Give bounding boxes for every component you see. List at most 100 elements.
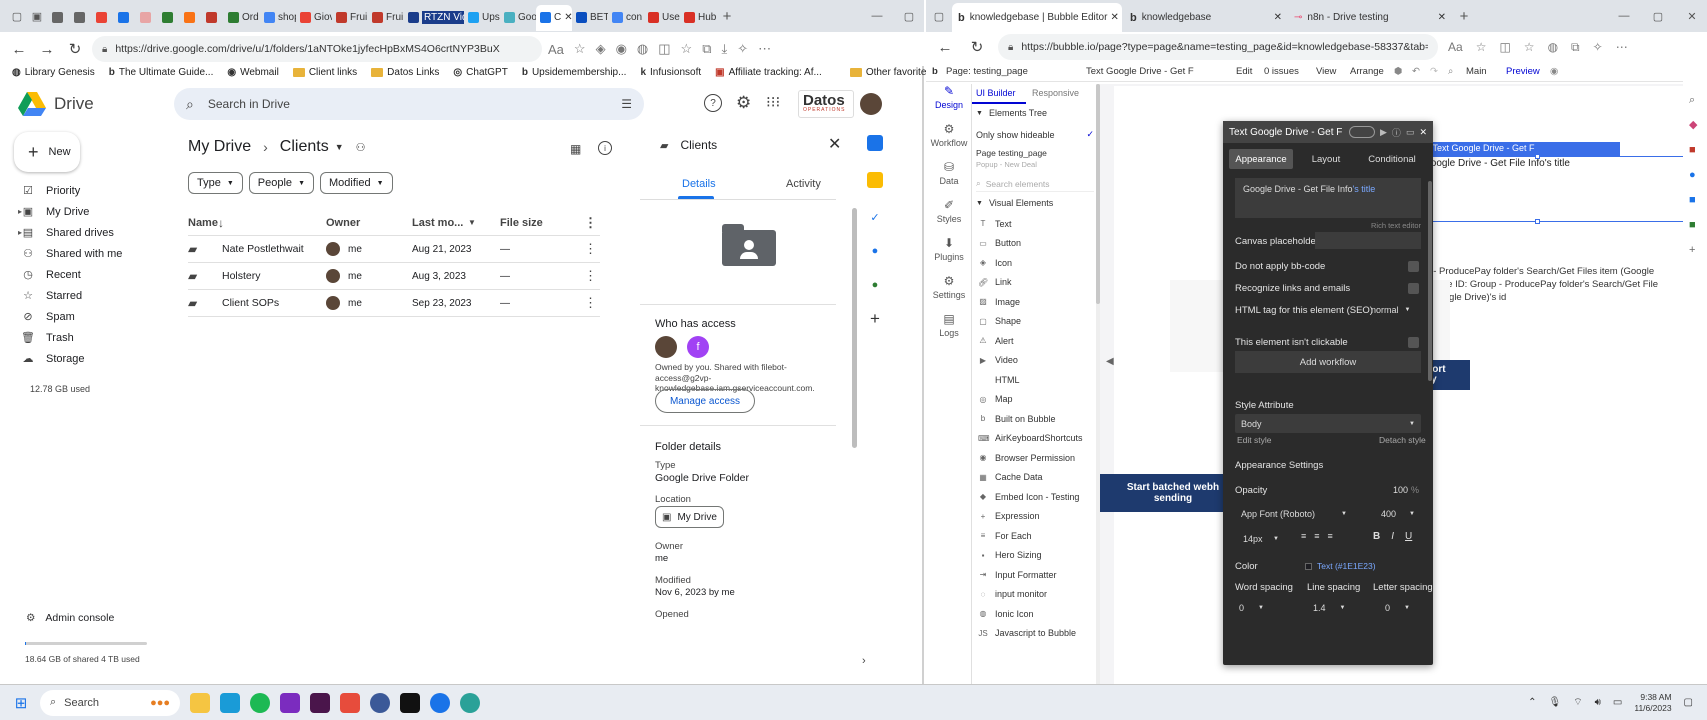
rail-workflow[interactable]: ⚙ Workflow bbox=[926, 122, 972, 160]
bookmark-1[interactable]: b The Ultimate Guide... bbox=[109, 67, 214, 78]
col-name[interactable]: Name bbox=[188, 217, 218, 229]
close-tab-icon[interactable]: ✕ bbox=[1110, 12, 1118, 23]
tab-knowledgebase[interactable]: b knowledgebase ✕ bbox=[1126, 5, 1286, 31]
element-type-link[interactable]: 🔗︎ Link bbox=[978, 273, 1096, 293]
tab-layout[interactable]: Layout bbox=[1293, 149, 1359, 169]
left-tab-2[interactable] bbox=[92, 5, 114, 31]
canvas-group-text[interactable]: up - ProducePay folder's Search/Get File… bbox=[1420, 266, 1683, 304]
add-icon[interactable]: + bbox=[1689, 238, 1701, 263]
element-type-icon[interactable]: ◈ Icon bbox=[978, 253, 1096, 273]
apps-grid-icon[interactable]: ⁝⁝⁝ bbox=[766, 93, 780, 111]
word-spacing-input[interactable]: 0 ▼ bbox=[1239, 603, 1264, 613]
account-avatar[interactable] bbox=[860, 93, 882, 115]
font-dropdown[interactable]: App Font (Roboto) ▼ bbox=[1235, 504, 1353, 523]
line-spacing-input[interactable]: 1.4 ▼ bbox=[1313, 603, 1345, 613]
extension-icon[interactable]: ◍ bbox=[1548, 40, 1558, 54]
left-tab-13[interactable]: RTZN Videos bbox=[404, 5, 464, 31]
expand-chevron-icon[interactable]: ▸ bbox=[18, 207, 22, 216]
extensions-icon[interactable]: ✧ bbox=[1593, 40, 1603, 54]
minimize-icon[interactable]: — bbox=[862, 10, 892, 22]
only-show-hideable[interactable]: Only show hideable ✓ bbox=[976, 129, 1094, 140]
slack-icon[interactable] bbox=[310, 692, 330, 713]
download-icon[interactable]: ⤓ bbox=[722, 41, 728, 57]
text-content-field[interactable]: Google Drive - Get File Info's title bbox=[1235, 178, 1421, 218]
side-panel-toggle-icon[interactable]: › bbox=[862, 655, 866, 667]
left-tab-20[interactable]: Hub bbox=[680, 5, 716, 31]
bookmark-6[interactable]: b Upsidemembership... bbox=[522, 67, 627, 78]
row-more-icon[interactable]: ⋮ bbox=[584, 268, 597, 284]
element-type-hero-sizing[interactable]: ▪ Hero Sizing bbox=[978, 546, 1096, 566]
not-clickable-checkbox[interactable] bbox=[1408, 337, 1419, 348]
sidebar-item-my-drive[interactable]: ▸ ▣ My Drive bbox=[0, 201, 170, 222]
minimize-icon[interactable]: — bbox=[1609, 10, 1639, 22]
left-tab-19[interactable]: Use bbox=[644, 5, 680, 31]
details-scrollbar[interactable] bbox=[852, 208, 857, 448]
left-tab-11[interactable]: Frui bbox=[332, 5, 368, 31]
tools-icon[interactable]: ■ bbox=[1689, 138, 1701, 163]
sidebar-item-priority[interactable]: ☑ Priority bbox=[0, 180, 170, 201]
bookmark-0[interactable]: ◍ Library Genesis bbox=[12, 67, 95, 78]
volume-icon[interactable]: 🔊︎ bbox=[1595, 697, 1601, 708]
search-icon[interactable]: ⌕ bbox=[1448, 66, 1466, 77]
letter-spacing-input[interactable]: 0 ▼ bbox=[1385, 603, 1410, 613]
more-icon[interactable]: ⋯ bbox=[1616, 40, 1628, 54]
elements-tree-toggle[interactable]: ▼ Elements Tree bbox=[976, 108, 1047, 118]
element-type-airkeyboardshortcuts[interactable]: ⌨ AirKeyboardShortcuts bbox=[978, 429, 1096, 449]
left-address-bar[interactable]: 🔒︎ https://drive.google.com/drive/u/1/fo… bbox=[92, 36, 542, 62]
add-workflow-button[interactable]: Add workflow bbox=[1235, 351, 1421, 373]
font-size-dropdown[interactable]: 14px ▼ bbox=[1237, 529, 1285, 548]
column-options-icon[interactable]: ⋮ bbox=[584, 215, 597, 231]
workspaces-icon[interactable]: ▣ bbox=[28, 10, 46, 23]
element-type-map[interactable]: ◎ Map bbox=[978, 390, 1096, 410]
style-dropdown[interactable]: Body ▼ bbox=[1235, 414, 1421, 433]
view-menu[interactable]: View bbox=[1316, 66, 1350, 77]
rail-plugins[interactable]: ⬇ Plugins bbox=[926, 236, 972, 274]
edge-icon[interactable] bbox=[220, 692, 240, 713]
rail-logs[interactable]: ▤ Logs bbox=[926, 312, 972, 350]
microphone-icon[interactable]: 🎙︎ bbox=[1548, 697, 1561, 708]
row-more-icon[interactable]: ⋮ bbox=[584, 241, 597, 257]
tab-appearance[interactable]: Appearance bbox=[1229, 149, 1293, 169]
detach-style-link[interactable]: Detach style bbox=[1379, 435, 1426, 445]
element-type-shape[interactable]: ▢ Shape bbox=[978, 312, 1096, 332]
rail-settings[interactable]: ⚙ Settings bbox=[926, 274, 972, 312]
sidebar-item-recent[interactable]: ◷ Recent bbox=[0, 264, 170, 285]
tasks-icon[interactable]: ✓ bbox=[867, 209, 883, 225]
app-icon-4[interactable] bbox=[430, 692, 450, 713]
element-type-embed-icon-testing[interactable]: ◆ Embed Icon - Testing bbox=[978, 487, 1096, 507]
align-left-icon[interactable]: ≡ bbox=[1301, 531, 1306, 541]
redo-icon[interactable]: ↷ bbox=[1430, 66, 1448, 77]
favorites-icon[interactable]: ☆ bbox=[681, 41, 693, 57]
outlook-icon[interactable]: ■ bbox=[1689, 188, 1701, 213]
font-weight-dropdown[interactable]: 400 ▼ bbox=[1375, 504, 1421, 523]
preview-button[interactable]: Preview bbox=[1506, 66, 1550, 77]
read-aloud-icon[interactable]: Aa bbox=[548, 42, 564, 57]
filter-type[interactable]: Type ▼ bbox=[188, 172, 243, 194]
bookmark-7[interactable]: k Infusionsoft bbox=[640, 67, 701, 78]
element-selector[interactable]: Text Google Drive - Get F bbox=[1086, 66, 1236, 77]
arrange-menu[interactable]: Arrange bbox=[1350, 66, 1394, 77]
edit-style-link[interactable]: Edit style bbox=[1237, 435, 1272, 445]
close-icon[interactable]: ✕ bbox=[1419, 127, 1427, 138]
back-icon[interactable]: ← bbox=[8, 38, 30, 60]
left-tab-5[interactable] bbox=[158, 5, 180, 31]
split-screen-icon[interactable]: ◫ bbox=[658, 41, 670, 57]
account-icon[interactable]: ◉ bbox=[1550, 66, 1558, 77]
sidebar-item-shared-with-me[interactable]: ⚇ Shared with me bbox=[0, 243, 170, 264]
breadcrumb-root[interactable]: My Drive bbox=[188, 138, 251, 156]
extension-icon-2[interactable]: ◉ bbox=[616, 41, 627, 57]
extensions-icon[interactable]: ✧ bbox=[737, 41, 748, 57]
rail-design[interactable]: ✎ Design bbox=[926, 84, 972, 122]
color-picker[interactable]: Text (#1E1E23) bbox=[1305, 561, 1376, 571]
grid-view-icon[interactable]: ▦ bbox=[570, 142, 581, 156]
left-tab-15[interactable]: Goo bbox=[500, 5, 536, 31]
forward-icon[interactable]: → bbox=[36, 38, 58, 60]
wifi-icon[interactable]: ⌔ bbox=[1573, 696, 1582, 709]
addon-icon[interactable]: ● bbox=[867, 277, 883, 293]
right-address-bar[interactable]: 🔒︎ https://bubble.io/page?type=page&name… bbox=[998, 34, 1438, 60]
spotify-icon[interactable] bbox=[250, 692, 270, 713]
visibility-toggle-icon[interactable] bbox=[1349, 126, 1375, 138]
edit-menu[interactable]: Edit bbox=[1236, 66, 1264, 77]
notifications-icon[interactable]: ▢ bbox=[1684, 697, 1693, 708]
keep-icon[interactable] bbox=[867, 172, 883, 188]
